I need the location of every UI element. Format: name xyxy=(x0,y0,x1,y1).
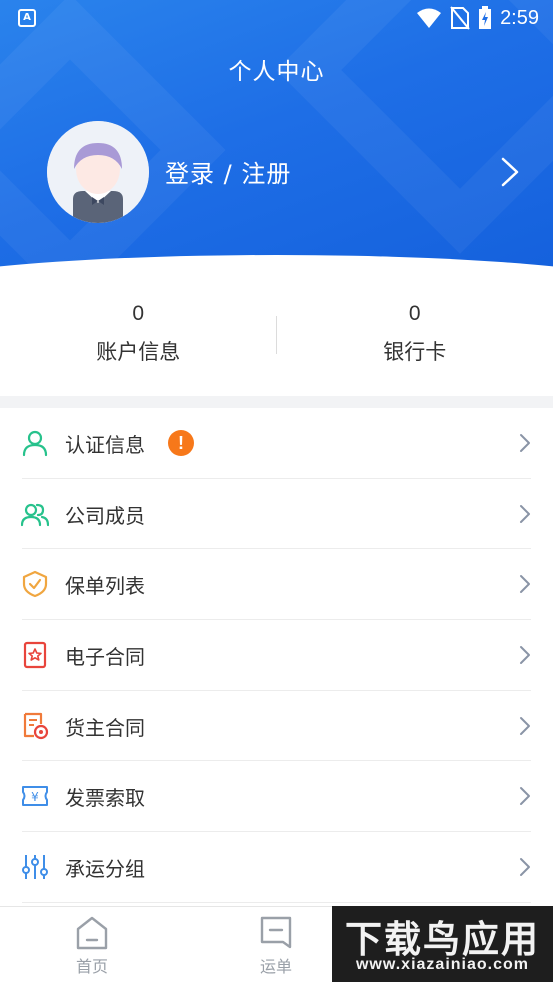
status-icons: 2:59 xyxy=(416,5,539,31)
menu-item-shipper-contract[interactable]: 货主合同 xyxy=(0,691,553,762)
menu-item-label: 公司成员 xyxy=(65,503,145,528)
nav-home[interactable]: 首页 xyxy=(52,915,132,977)
account-stats: 0 账户信息 0 银行卡 xyxy=(0,292,553,396)
svg-text:¥: ¥ xyxy=(31,790,39,804)
menu-item-label: 货主合同 xyxy=(65,715,145,740)
document-seal-icon xyxy=(23,712,49,739)
menu-item-label: 保单列表 xyxy=(65,574,145,599)
chevron-right-icon xyxy=(520,504,530,523)
app-notification-icon: A xyxy=(18,9,36,27)
header-decoration xyxy=(276,0,553,254)
wifi-icon xyxy=(417,8,442,28)
menu-item-e-contract[interactable]: 电子合同 xyxy=(0,620,553,691)
menu-item-invoice-request[interactable]: ¥ 发票索取 xyxy=(0,761,553,832)
shield-check-icon xyxy=(22,571,48,598)
stat-label: 账户信息 xyxy=(96,340,181,364)
section-gap xyxy=(0,396,553,408)
nav-label: 运单 xyxy=(259,957,292,976)
no-sim-icon xyxy=(450,6,470,30)
user-icon xyxy=(22,430,48,457)
sliders-icon xyxy=(22,855,48,880)
watermark-url: www.xiazainiao.com xyxy=(355,956,529,973)
contract-star-icon xyxy=(23,641,47,669)
stat-value: 0 xyxy=(132,302,145,325)
nav-waybill[interactable]: 运单 xyxy=(236,915,316,977)
users-icon xyxy=(21,503,49,526)
menu-item-carrier-group[interactable]: 承运分组 xyxy=(0,832,553,903)
battery-charging-icon xyxy=(479,6,492,29)
menu-item-label: 承运分组 xyxy=(65,857,145,882)
chevron-right-icon xyxy=(520,575,530,594)
nav-label: 首页 xyxy=(75,957,108,976)
clock: 2:59 xyxy=(500,6,539,29)
profile-header: A 2:59 个人中心 登录 / 注册 xyxy=(0,0,553,290)
avatar[interactable] xyxy=(47,121,149,223)
warning-icon: ! xyxy=(168,430,194,456)
stat-bank-card[interactable]: 0 银行卡 xyxy=(277,292,553,396)
waybill-icon xyxy=(260,916,292,949)
menu-item-policy-list[interactable]: 保单列表 xyxy=(0,549,553,620)
page-title: 个人中心 xyxy=(228,59,325,85)
menu-item-label: 认证信息 xyxy=(65,433,145,457)
stat-divider xyxy=(276,316,277,354)
menu-item-company-members[interactable]: 公司成员 xyxy=(0,479,553,550)
default-avatar-icon xyxy=(47,121,149,223)
chevron-right-icon xyxy=(520,434,530,452)
watermark-logo: 下载鸟应用 www.xiazainiao.com xyxy=(332,906,553,982)
stat-label: 银行卡 xyxy=(383,340,447,364)
home-icon xyxy=(76,916,108,950)
menu-item-certification[interactable]: 认证信息 ! xyxy=(0,408,553,479)
status-bar: A 2:59 xyxy=(0,0,553,36)
chevron-right-icon xyxy=(520,716,530,735)
chevron-right-icon xyxy=(520,787,530,806)
page: A 2:59 个人中心 登录 / 注册 0 账户信息 0 银行卡 认证信息 ! … xyxy=(0,0,553,984)
watermark-title: 下载鸟应用 xyxy=(345,918,540,961)
menu-list: 认证信息 ! 公司成员 保单列表 电子合同 货主合同 ¥ 发票索取 承运分组 xyxy=(0,408,553,903)
invoice-icon: ¥ xyxy=(22,786,48,807)
menu-item-label: 电子合同 xyxy=(65,645,145,670)
stat-value: 0 xyxy=(408,302,421,325)
chevron-right-icon[interactable] xyxy=(498,156,522,188)
stat-account-info[interactable]: 0 账户信息 xyxy=(0,292,277,396)
login-register-link[interactable]: 登录 / 注册 xyxy=(165,154,291,189)
chevron-right-icon xyxy=(520,646,530,665)
menu-item-label: 发票索取 xyxy=(65,786,145,811)
chevron-right-icon xyxy=(520,858,530,877)
